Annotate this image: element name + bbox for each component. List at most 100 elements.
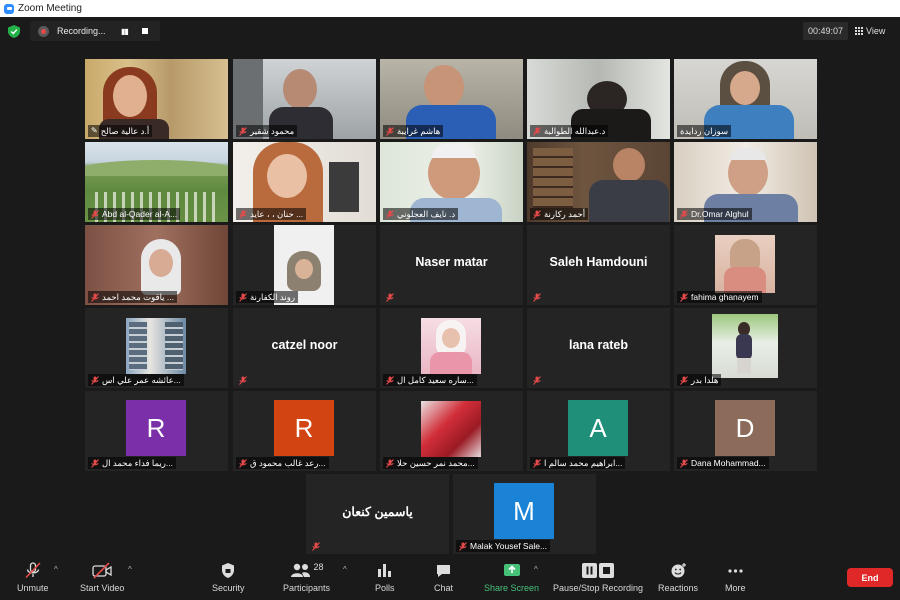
muted-mic-icon xyxy=(91,209,99,219)
participant-tile[interactable]: محمد نمر حسين حلا... xyxy=(380,391,523,471)
view-label: View xyxy=(866,26,886,36)
pin-icon: ✎ xyxy=(91,126,98,135)
participant-name xyxy=(309,540,323,552)
participant-tile[interactable]: أحمد ركارنة xyxy=(527,142,670,222)
pause-stop-recording-button[interactable]: Pause/Stop Recording xyxy=(553,562,643,593)
muted-mic-icon xyxy=(459,541,467,551)
pause-stop-recording-label: Pause/Stop Recording xyxy=(553,583,644,593)
muted-mic-icon xyxy=(239,292,247,302)
share-screen-button[interactable]: Share Screen xyxy=(484,562,539,593)
participant-tile[interactable]: ساره سعيد كامل ال... xyxy=(380,308,523,388)
muted-mic-icon xyxy=(239,458,247,468)
participant-tile[interactable]: محمود شقير xyxy=(233,59,376,139)
muted-mic-icon xyxy=(680,375,688,385)
muted-mic-icon xyxy=(25,562,41,579)
participant-name: روند الكفارنة xyxy=(236,291,298,303)
unmute-button[interactable]: Unmute xyxy=(17,562,49,593)
more-button[interactable]: More xyxy=(725,562,746,593)
participant-tile[interactable]: Naser matar xyxy=(380,225,523,305)
stop-recording-icon[interactable] xyxy=(141,28,148,34)
window-title: Zoom Meeting xyxy=(18,3,82,14)
participant-tile[interactable]: Saleh Hamdouni xyxy=(527,225,670,305)
participant-tile[interactable]: fahima ghanayem xyxy=(674,225,817,305)
participants-caret-icon[interactable]: ^ xyxy=(343,565,347,574)
reactions-icon xyxy=(671,563,686,578)
participants-count: 28 xyxy=(313,562,324,572)
participant-name: د. نايف العجلوني xyxy=(383,208,459,220)
more-dots-icon xyxy=(728,569,743,573)
participant-display-name: Naser matar xyxy=(415,255,488,269)
muted-mic-icon xyxy=(533,375,541,385)
security-button[interactable]: Security xyxy=(212,562,245,593)
recording-indicator: Recording... ▮▮ xyxy=(30,21,160,41)
participant-tile[interactable]: Dr.Omar Alghul xyxy=(674,142,817,222)
start-video-label: Start Video xyxy=(80,583,125,593)
muted-mic-icon xyxy=(386,126,394,136)
participant-name: Malak Yousef Sale... xyxy=(456,540,551,552)
participant-name xyxy=(236,374,250,386)
polls-icon xyxy=(378,564,392,577)
audio-options-caret-icon[interactable]: ^ xyxy=(54,565,58,574)
participant-name: هاشم غرايبة xyxy=(383,125,444,137)
participant-tile[interactable]: حنان ، ، عايد ... xyxy=(233,142,376,222)
polls-button[interactable]: Polls xyxy=(375,562,395,593)
meeting-toolbar: Unmute ^ Start Video ^ Security 28 Parti… xyxy=(0,556,900,600)
participant-tile[interactable]: عائشه عمر علي اس... xyxy=(85,308,228,388)
participant-tile[interactable]: M Malak Yousef Sale... xyxy=(453,474,596,554)
reactions-label: Reactions xyxy=(658,583,699,593)
participant-tile[interactable]: د.عبدالله الطوالبة xyxy=(527,59,670,139)
chat-button[interactable]: Chat xyxy=(434,562,453,593)
muted-mic-icon xyxy=(312,541,320,551)
participant-name: fahima ghanayem xyxy=(677,291,762,303)
participant-tile[interactable]: ✎ أ.د عالية صالح xyxy=(85,59,228,139)
participant-name: ساره سعيد كامل ال... xyxy=(383,374,477,386)
participant-tile[interactable]: د. نايف العجلوني xyxy=(380,142,523,222)
participants-button[interactable]: 28 Participants xyxy=(283,562,330,593)
participants-icon xyxy=(290,563,310,577)
participant-name: Dr.Omar Alghul xyxy=(677,208,752,220)
muted-mic-icon xyxy=(680,209,688,219)
reactions-button[interactable]: Reactions xyxy=(658,562,698,593)
start-video-button[interactable]: Start Video xyxy=(80,562,124,593)
view-button[interactable]: View xyxy=(855,22,885,40)
avatar: R xyxy=(274,400,334,456)
participant-tile[interactable]: D Dana Mohammad... xyxy=(674,391,817,471)
muted-mic-icon xyxy=(91,292,99,302)
participant-name: أحمد ركارنة xyxy=(530,208,589,220)
participant-display-name: lana rateb xyxy=(568,338,629,352)
muted-mic-icon xyxy=(680,292,688,302)
share-screen-label: Share Screen xyxy=(484,583,540,593)
participant-name: محمد نمر حسين حلا... xyxy=(383,457,478,469)
end-meeting-button[interactable]: End xyxy=(847,568,893,587)
participant-tile[interactable]: R ريما فداء محمد ال... xyxy=(85,391,228,471)
participant-tile[interactable]: R رعد غالب محمود ق... xyxy=(233,391,376,471)
participant-tile[interactable]: lana rateb xyxy=(527,308,670,388)
participant-name: Abd al-Qader al-A... xyxy=(88,208,181,220)
zoom-app-icon xyxy=(4,3,14,14)
avatar: R xyxy=(126,400,186,456)
share-options-caret-icon[interactable]: ^ xyxy=(534,565,538,574)
participant-tile[interactable]: روند الكفارنة xyxy=(233,225,376,305)
pause-recording-icon[interactable]: ▮▮ xyxy=(121,27,129,36)
participant-tile[interactable]: Abd al-Qader al-A... xyxy=(85,142,228,222)
avatar: A xyxy=(568,400,628,456)
window-titlebar: Zoom Meeting xyxy=(0,0,900,17)
participants-label: Participants xyxy=(283,583,331,593)
encryption-shield-icon[interactable] xyxy=(8,25,20,38)
muted-mic-icon xyxy=(533,458,541,468)
participant-name: ابراهيم محمد سالم ا... xyxy=(530,457,626,469)
video-options-caret-icon[interactable]: ^ xyxy=(128,565,132,574)
participant-name xyxy=(383,291,397,303)
muted-mic-icon xyxy=(91,375,99,385)
participant-tile[interactable]: هاشم غرايبة xyxy=(380,59,523,139)
participant-tile[interactable]: هلدا بدر xyxy=(674,308,817,388)
muted-mic-icon xyxy=(386,375,394,385)
more-label: More xyxy=(725,583,746,593)
participant-tile[interactable]: catzel noor xyxy=(233,308,376,388)
participant-tile[interactable]: سوزان ردايدة xyxy=(674,59,817,139)
participant-tile[interactable]: ياقوت محمد احمد ... xyxy=(85,225,228,305)
avatar: M xyxy=(494,483,554,539)
participant-tile[interactable]: A ابراهيم محمد سالم ا... xyxy=(527,391,670,471)
participant-tile[interactable]: ياسمين كنعان xyxy=(306,474,449,554)
muted-mic-icon xyxy=(533,126,541,136)
